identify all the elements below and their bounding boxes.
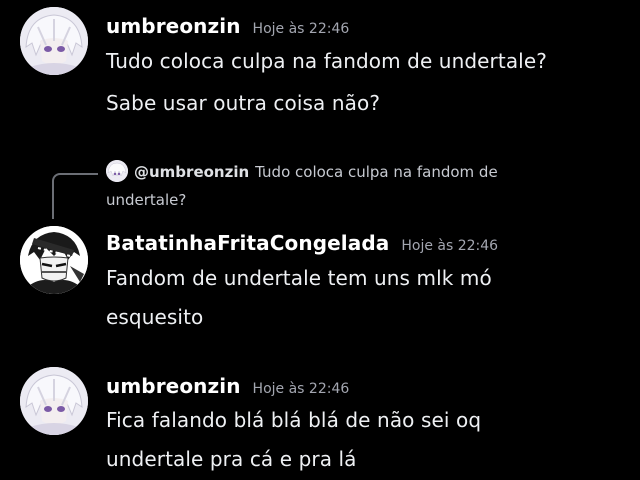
timestamp: Hoje às 22:46 (252, 381, 350, 397)
message-header: umbreonzin Hoje às 22:46 (106, 14, 349, 38)
message-text: Sabe usar outra coisa não? (106, 91, 381, 115)
timestamp: Hoje às 22:46 (252, 21, 350, 37)
white-haired-anime-avatar-icon (106, 160, 128, 182)
reply-preview[interactable]: @umbreonzin Tudo coloca culpa na fandom d… (106, 158, 576, 214)
message-header: BatatinhaFritaCongelada Hoje às 22:46 (106, 231, 498, 255)
avatar[interactable] (20, 7, 88, 75)
username[interactable]: BatatinhaFritaCongelada (106, 231, 389, 255)
timestamp: Hoje às 22:46 (401, 238, 499, 254)
message-text: Fica falando blá blá blá de não sei oq (106, 408, 482, 432)
message-text: esquesito (106, 305, 204, 329)
white-haired-anime-avatar-icon (20, 367, 88, 435)
message-header: umbreonzin Hoje às 22:46 (106, 374, 349, 398)
message-text: undertale pra cá e pra lá (106, 447, 357, 471)
avatar[interactable] (20, 226, 88, 294)
message-text: Fandom de undertale tem uns mlk mó (106, 266, 492, 290)
message-text: Tudo coloca culpa na fandom de undertale… (106, 49, 547, 73)
reply-connector (52, 173, 98, 219)
reply-mention[interactable]: @umbreonzin (134, 163, 249, 181)
white-haired-anime-avatar-icon (20, 7, 88, 75)
avatar[interactable] (20, 367, 88, 435)
chat-log: umbreonzin Hoje às 22:46 Tudo coloca cul… (0, 0, 640, 480)
username[interactable]: umbreonzin (106, 14, 241, 38)
reply-avatar (106, 160, 128, 182)
dark-anime-character-avatar-icon (20, 226, 88, 294)
username[interactable]: umbreonzin (106, 374, 241, 398)
